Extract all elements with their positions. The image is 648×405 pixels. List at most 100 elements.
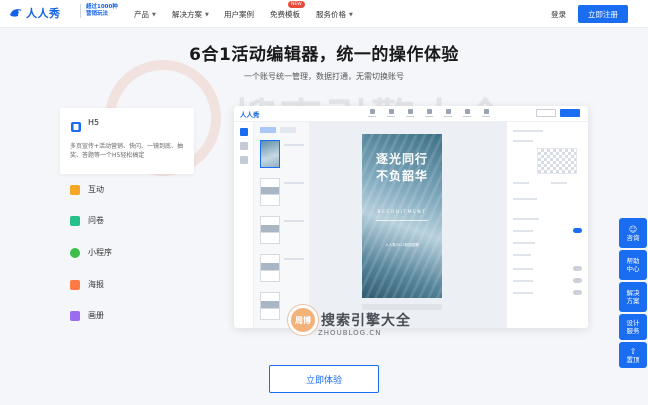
prop-label: [513, 268, 533, 270]
tool-widget-icon: [461, 109, 473, 119]
tool-more-icon: [480, 109, 492, 119]
prop-heading: [513, 218, 539, 220]
float-top-label: 置顶: [626, 355, 640, 364]
poster-preview: 逐光同行 不负韶华 RECRUITMENT 人人秀2023校园招聘: [362, 134, 442, 298]
login-link[interactable]: 登录: [551, 9, 566, 20]
poster-divider: [376, 220, 428, 221]
sidebar-settings-icon: [240, 156, 248, 164]
float-top[interactable]: ⇧ 置顶: [619, 342, 647, 368]
page-thumbnail-label: [284, 258, 304, 260]
editor-canvas: 逐光同行 不负韶华 RECRUITMENT 人人秀2023校园招聘: [310, 122, 506, 328]
page-thumbnail: [260, 216, 280, 244]
feature-poster[interactable]: 海报: [70, 279, 104, 290]
editor-save-button: [536, 109, 556, 117]
page-thumbnail: [260, 140, 280, 168]
float-help[interactable]: 帮助中心: [619, 250, 647, 280]
float-design[interactable]: 设计服务: [619, 314, 647, 340]
tool-form-icon: [442, 109, 454, 119]
sidebar-pages-icon: [240, 128, 248, 136]
nav-solutions[interactable]: 解决方案 ▼: [172, 9, 209, 20]
feature-miniprogram[interactable]: 小程序: [70, 247, 112, 258]
poster-footer: 人人秀2023校园招聘: [385, 243, 419, 247]
chat-icon: ☺: [628, 224, 638, 234]
prop-label: [513, 140, 533, 142]
poster-headline-2: 不负韶华: [375, 169, 428, 183]
bird-logo-icon: [10, 9, 22, 17]
watermark-badge: 周博: [288, 305, 318, 335]
page-thumbnail-label: [284, 182, 304, 184]
watermark-title: 搜索引擎大全: [321, 313, 411, 329]
feature-h5-desc: 多页宣传+活动营销、快闪、一镜到底、抽奖、答题等一个H5轻松搞定: [70, 143, 184, 159]
new-badge: NEW: [288, 1, 305, 8]
logo-tagline-line2: 营销玩法: [86, 11, 109, 17]
page-thumbnail: [260, 292, 280, 320]
background-swatch: [537, 148, 577, 174]
chevron-down-icon: ▼: [152, 11, 156, 18]
feature-survey[interactable]: 问卷: [70, 215, 104, 226]
prop-label: [551, 182, 567, 184]
prop-toggle: [573, 278, 582, 283]
page-thumbnail: [260, 178, 280, 206]
prop-toggle: [573, 266, 582, 271]
chevron-down-icon: ▼: [349, 11, 353, 18]
page-thumbnail: [260, 254, 280, 282]
sidebar-layers-icon: [240, 142, 248, 150]
h5-icon: [70, 118, 82, 137]
feature-interaction-label: 互动: [88, 185, 104, 194]
survey-icon: [70, 215, 80, 226]
watermark-url-small: ZHOUBLOG.CN: [318, 329, 382, 337]
feature-miniprogram-label: 小程序: [88, 248, 112, 257]
nav-pricing[interactable]: 服务价格 ▼: [316, 9, 353, 20]
prop-heading: [513, 130, 543, 132]
feature-h5-title: H5: [88, 118, 100, 127]
poster-english: RECRUITMENT: [377, 210, 427, 215]
editor-toolbar: 人人秀: [234, 106, 588, 122]
interaction-icon: [70, 184, 80, 195]
feature-album-label: 画册: [88, 311, 104, 320]
editor-page-list: [254, 122, 310, 328]
float-consult[interactable]: ☺ 咨询: [619, 218, 647, 248]
editor-sidebar: [234, 122, 254, 328]
hero-subtitle: 一个账号统一管理，数据打通，无需切换账号: [244, 72, 404, 81]
prop-label: [513, 242, 535, 244]
hero-title: 6合1活动编辑器，统一的操作体验: [189, 45, 459, 65]
prop-label: [513, 198, 537, 200]
feature-h5-card[interactable]: H5 多页宣传+活动营销、快闪、一镜到底、抽奖、答题等一个H5轻松搞定: [60, 108, 194, 174]
prop-label: [513, 254, 531, 256]
float-solution[interactable]: 解决方案: [619, 282, 647, 312]
float-help-label: 帮助中心: [626, 257, 640, 273]
try-now-button[interactable]: 立即体验: [269, 365, 379, 393]
nav-product[interactable]: 产品 ▼: [134, 9, 156, 20]
editor-tools: [366, 109, 499, 119]
nav-solutions-label: 解决方案: [172, 10, 202, 19]
logo-text: 人人秀: [26, 7, 61, 20]
prop-toggle: [573, 228, 582, 233]
page-thumbnail-label: [284, 220, 304, 222]
editor-logo: 人人秀: [240, 111, 260, 119]
nav-cases-label: 用户案例: [224, 10, 254, 19]
chevron-down-icon: ▼: [205, 11, 209, 18]
logo-tagline: 超过1000种 营销玩法: [80, 4, 118, 18]
nav-templates[interactable]: 免费模板: [270, 9, 300, 20]
editor-publish-button: [560, 109, 580, 117]
feature-poster-label: 海报: [88, 280, 104, 289]
feature-survey-label: 问卷: [88, 216, 104, 225]
poster-icon: [70, 279, 80, 290]
nav-templates-label: 免费模板: [270, 10, 300, 19]
prop-label: [513, 280, 533, 282]
prop-label: [513, 182, 529, 184]
brand-logo[interactable]: 人人秀: [8, 5, 61, 21]
register-button[interactable]: 立即注册: [578, 5, 628, 23]
poster-headline-1: 逐光同行: [375, 152, 428, 166]
tool-text-icon: [366, 109, 378, 119]
nav-cases[interactable]: 用户案例: [224, 9, 254, 20]
editor-properties-panel: [506, 122, 588, 328]
feature-album[interactable]: 画册: [70, 310, 104, 321]
nav-product-label: 产品: [134, 10, 149, 19]
feature-interaction[interactable]: 互动: [70, 184, 104, 195]
float-consult-label: 咨询: [626, 233, 640, 242]
prop-label: [513, 230, 533, 232]
page-thumbnail-label: [284, 144, 304, 146]
miniprogram-icon: [70, 247, 80, 258]
tool-music-icon: [423, 109, 435, 119]
